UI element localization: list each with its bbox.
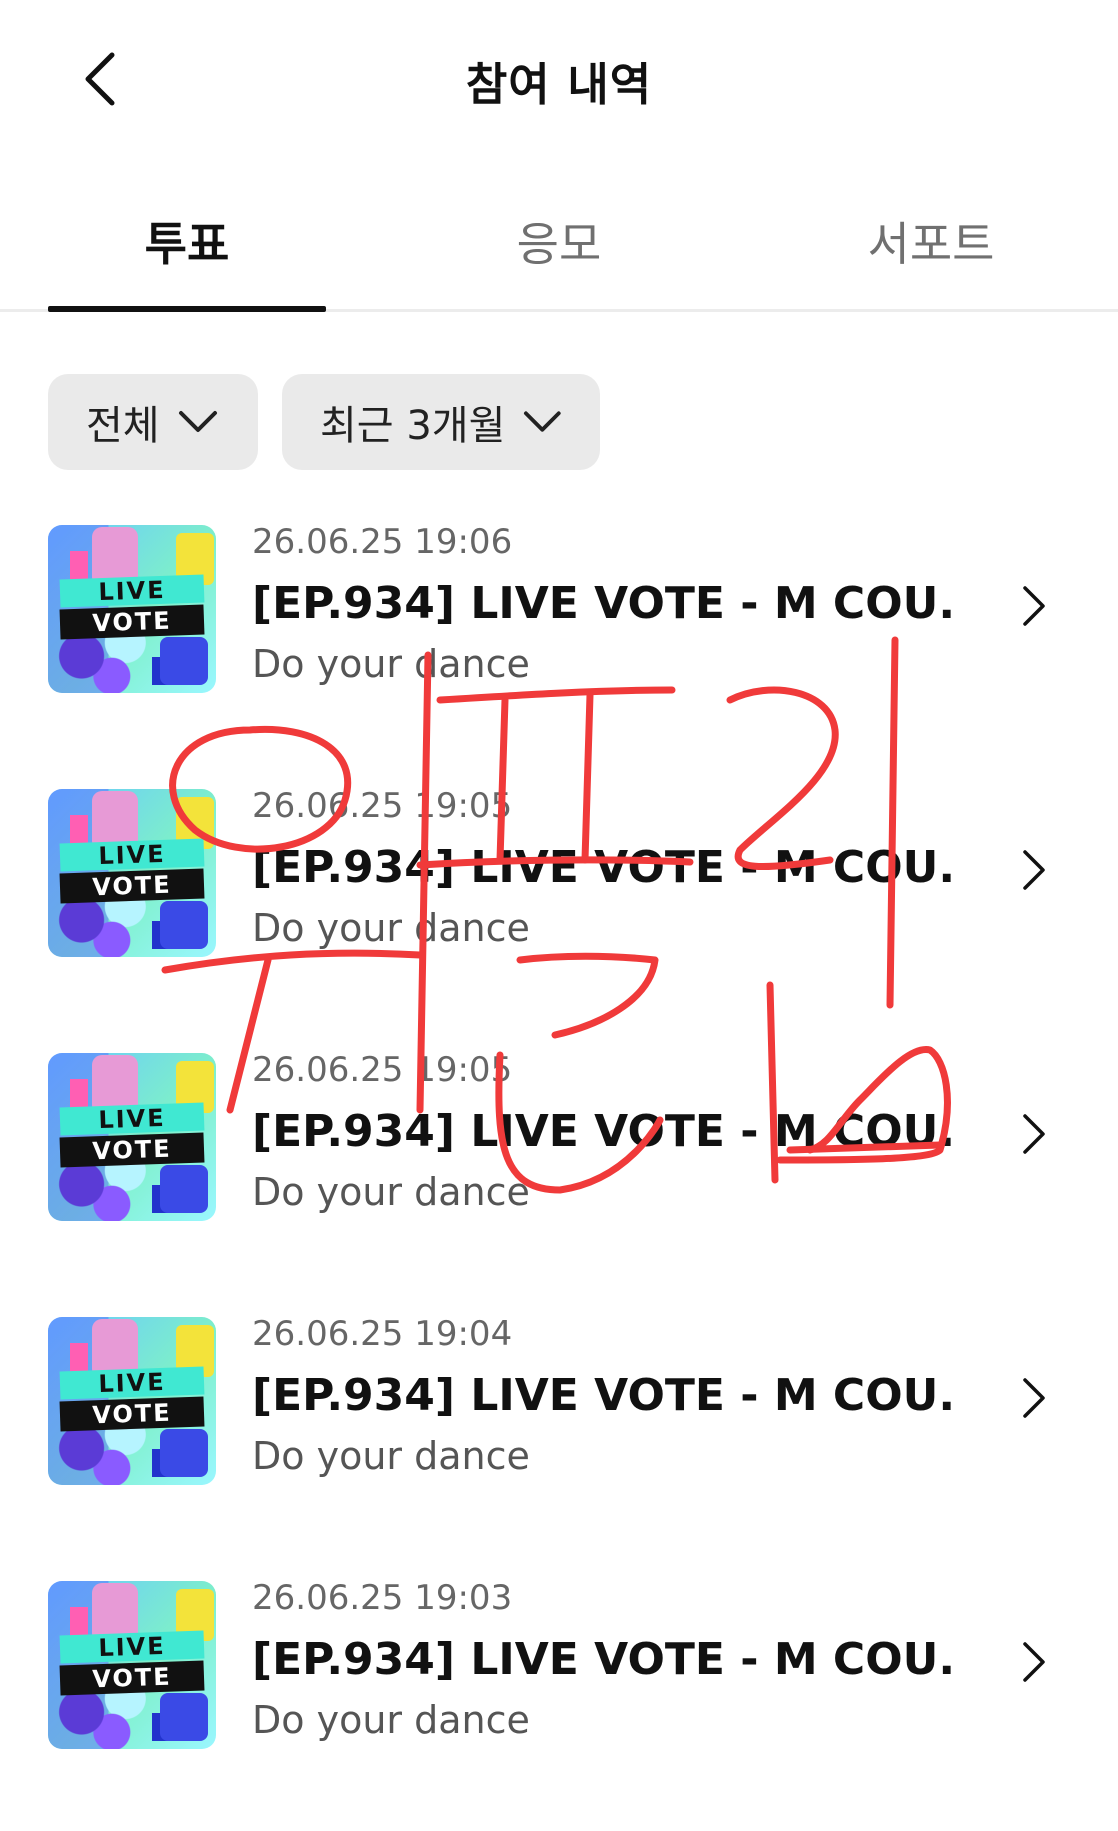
period-filter-label: 최근 3개월 — [320, 403, 506, 449]
chevron-right-icon — [1023, 1642, 1045, 1682]
thumbnail-live-text: LIVE — [59, 1630, 205, 1664]
event-thumbnail: LIVE VOTE — [48, 525, 216, 693]
tab-support[interactable]: 서포트 — [792, 196, 1070, 309]
chevron-down-icon — [178, 411, 217, 432]
tab-entry[interactable]: 응모 — [420, 196, 698, 309]
type-filter-dropdown[interactable]: 전체 — [48, 374, 258, 470]
event-thumbnail: LIVE VOTE — [48, 1581, 216, 1749]
list-item[interactable]: LIVE VOTE 26.06.25 19:04 [EP.934] LIVE V… — [0, 1314, 1118, 1488]
item-date: 26.06.25 19:05 — [252, 786, 513, 826]
chevron-right-icon — [1023, 586, 1045, 626]
thumbnail-vote-text: VOTE — [59, 1396, 205, 1432]
app-header: 참여 내역 — [0, 0, 1118, 160]
tab-vote[interactable]: 투표 — [48, 196, 326, 309]
item-title: [EP.934] LIVE VOTE - M COU... — [252, 1370, 952, 1421]
item-date: 26.06.25 19:04 — [252, 1314, 513, 1354]
list-item[interactable]: LIVE VOTE 26.06.25 19:06 [EP.934] LIVE V… — [0, 522, 1118, 696]
item-date: 26.06.25 19:05 — [252, 1050, 513, 1090]
tab-entry-label: 응모 — [516, 217, 602, 271]
page-title: 참여 내역 — [465, 58, 653, 111]
item-subtitle: Do your dance — [252, 1434, 530, 1478]
thumbnail-live-text: LIVE — [59, 1102, 205, 1136]
item-subtitle: Do your dance — [252, 642, 530, 686]
chevron-down-icon — [524, 411, 562, 432]
item-date: 26.06.25 19:06 — [252, 522, 513, 562]
active-tab-indicator — [48, 306, 326, 312]
list-item[interactable]: LIVE VOTE 26.06.25 19:05 [EP.934] LIVE V… — [0, 1050, 1118, 1224]
event-thumbnail: LIVE VOTE — [48, 1317, 216, 1485]
thumbnail-vote-text: VOTE — [59, 1660, 205, 1696]
chevron-right-icon — [1023, 1378, 1045, 1418]
thumbnail-vote-text: VOTE — [59, 868, 205, 904]
item-title: [EP.934] LIVE VOTE - M COU... — [252, 842, 952, 893]
chevron-right-icon — [1023, 1114, 1045, 1154]
type-filter-label: 전체 — [86, 403, 160, 449]
list-item[interactable]: LIVE VOTE 26.06.25 19:03 [EP.934] LIVE V… — [0, 1578, 1118, 1752]
chevron-right-icon — [1023, 850, 1045, 890]
item-subtitle: Do your dance — [252, 906, 530, 950]
item-date: 26.06.25 19:03 — [252, 1578, 513, 1618]
tab-bar: 투표 응모 서포트 — [0, 196, 1118, 312]
thumbnail-live-text: LIVE — [59, 574, 205, 608]
list-item[interactable]: LIVE VOTE 26.06.25 19:05 [EP.934] LIVE V… — [0, 786, 1118, 960]
item-subtitle: Do your dance — [252, 1698, 530, 1742]
item-title: [EP.934] LIVE VOTE - M COU... — [252, 578, 952, 629]
event-thumbnail: LIVE VOTE — [48, 1053, 216, 1221]
event-thumbnail: LIVE VOTE — [48, 789, 216, 957]
thumbnail-live-text: LIVE — [59, 1366, 205, 1400]
tab-support-label: 서포트 — [867, 217, 995, 271]
tab-vote-label: 투표 — [144, 217, 230, 271]
item-subtitle: Do your dance — [252, 1170, 530, 1214]
period-filter-dropdown[interactable]: 최근 3개월 — [282, 374, 600, 470]
thumbnail-vote-text: VOTE — [59, 604, 205, 640]
thumbnail-live-text: LIVE — [59, 838, 205, 872]
thumbnail-vote-text: VOTE — [59, 1132, 205, 1168]
item-title: [EP.934] LIVE VOTE - M COU... — [252, 1106, 952, 1157]
item-title: [EP.934] LIVE VOTE - M COU... — [252, 1634, 952, 1685]
